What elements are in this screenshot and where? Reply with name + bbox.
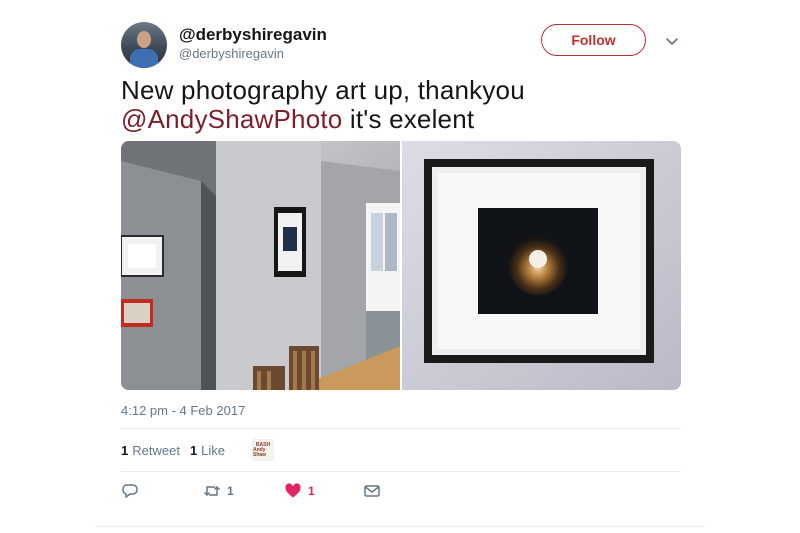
tweet-text: New photography art up, thankyou @AndySh… xyxy=(121,76,681,134)
media-grid xyxy=(121,141,681,390)
tweet-timestamp[interactable]: 4:12 pm - 4 Feb 2017 xyxy=(121,403,245,418)
divider-bottom xyxy=(121,471,681,472)
avatar-head xyxy=(137,31,151,48)
reply-icon xyxy=(122,484,138,498)
avatar[interactable] xyxy=(121,22,167,68)
direct-message-button[interactable] xyxy=(363,482,381,500)
chevron-down-icon[interactable] xyxy=(665,34,679,48)
tweet-card: @derbyshiregavin @derbyshiregavin Follow… xyxy=(0,0,800,533)
like-stat-count: 1 xyxy=(189,442,198,458)
like-count: 1 xyxy=(308,484,315,498)
retweet-stat[interactable]: 1 Retweet xyxy=(121,443,180,458)
retweet-stat-label: Retweet xyxy=(132,442,180,458)
follow-button[interactable]: Follow xyxy=(541,24,646,56)
card-bottom-border xyxy=(95,526,705,527)
like-button[interactable]: 1 xyxy=(284,482,315,500)
photo-framed-print[interactable] xyxy=(402,141,681,390)
divider-top xyxy=(121,428,681,429)
avatar-shirt xyxy=(130,49,158,68)
like-stat[interactable]: 1 Like xyxy=(190,443,225,458)
photo-hallway[interactable] xyxy=(121,141,400,390)
like-stat-label: Like xyxy=(201,442,226,458)
liker-avatar-text-2: Andy Shaw xyxy=(253,446,267,458)
mention-link[interactable]: @AndyShawPhoto xyxy=(121,104,342,134)
display-name[interactable]: @derbyshiregavin xyxy=(179,25,327,45)
retweet-icon xyxy=(203,485,221,497)
reply-button[interactable] xyxy=(121,482,139,500)
liker-avatar[interactable]: BASH Andy Shaw xyxy=(252,439,274,461)
tweet-text-before: New photography art up, thankyou xyxy=(121,75,525,105)
screen-name[interactable]: @derbyshiregavin xyxy=(179,46,284,61)
heart-icon xyxy=(285,483,301,498)
retweet-button[interactable]: 1 xyxy=(203,482,234,500)
tweet-text-after: it's exelent xyxy=(342,104,475,134)
retweet-stat-count: 1 xyxy=(121,442,129,458)
envelope-icon xyxy=(364,485,380,497)
tweet-stats: 1 Retweet 1 Like xyxy=(121,441,235,459)
retweet-count: 1 xyxy=(227,484,234,498)
